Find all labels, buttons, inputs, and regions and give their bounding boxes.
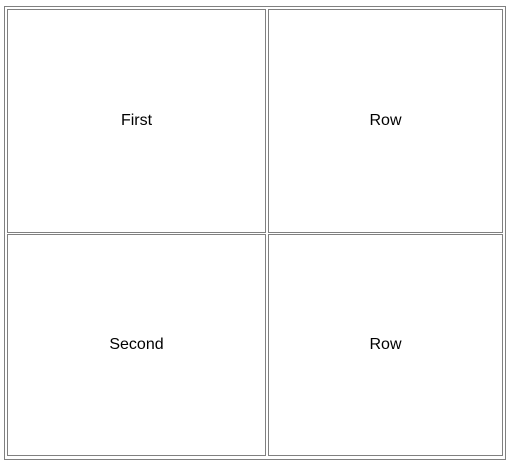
cell-text: Second xyxy=(109,336,164,353)
cell-text: Row xyxy=(369,336,402,353)
table-cell: Second xyxy=(7,234,266,456)
cell-text: First xyxy=(120,112,153,129)
table-cell: Row xyxy=(268,234,503,456)
cell-text: Row xyxy=(369,112,402,129)
table-cell: First xyxy=(7,9,266,233)
data-table: First Row Second Row xyxy=(4,6,506,460)
table-cell: Row xyxy=(268,9,503,233)
